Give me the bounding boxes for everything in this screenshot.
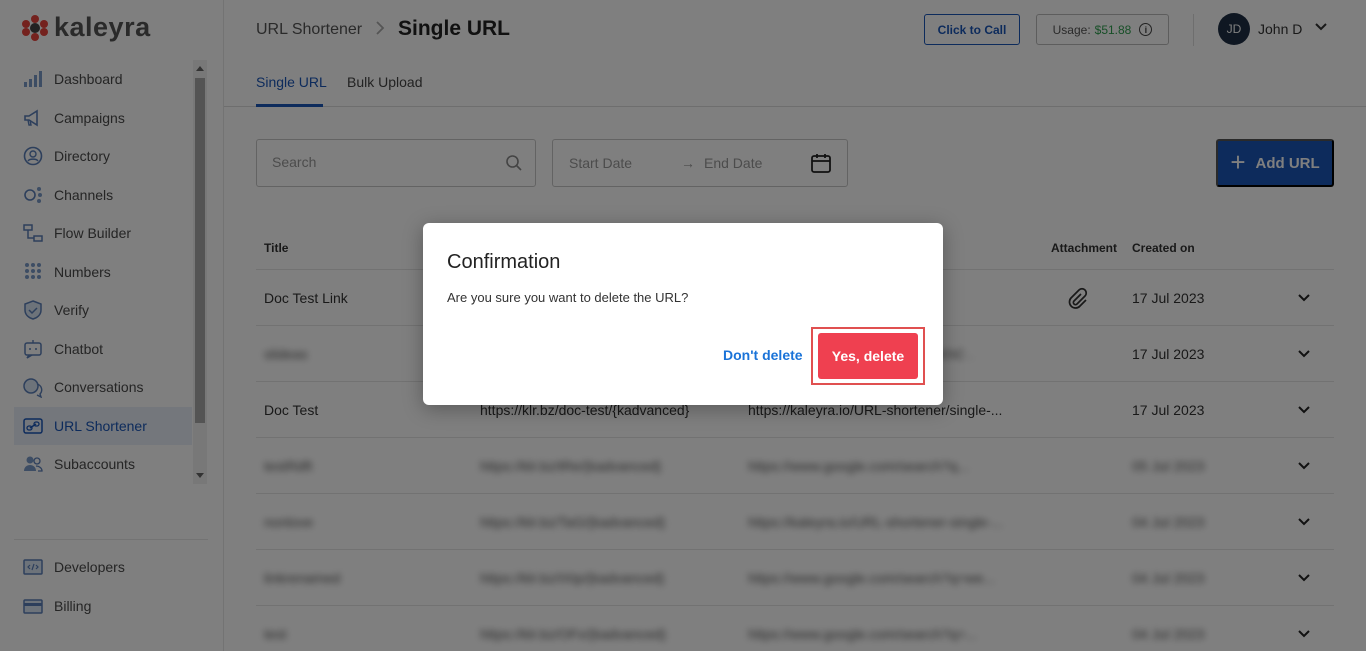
dont-delete-button[interactable]: Don't delete bbox=[723, 347, 803, 363]
dialog-message: Are you sure you want to delete the URL? bbox=[447, 290, 689, 305]
yes-delete-button[interactable]: Yes, delete bbox=[818, 333, 918, 379]
dialog-title: Confirmation bbox=[447, 251, 561, 273]
confirmation-dialog: Confirmation Are you sure you want to de… bbox=[423, 223, 943, 405]
